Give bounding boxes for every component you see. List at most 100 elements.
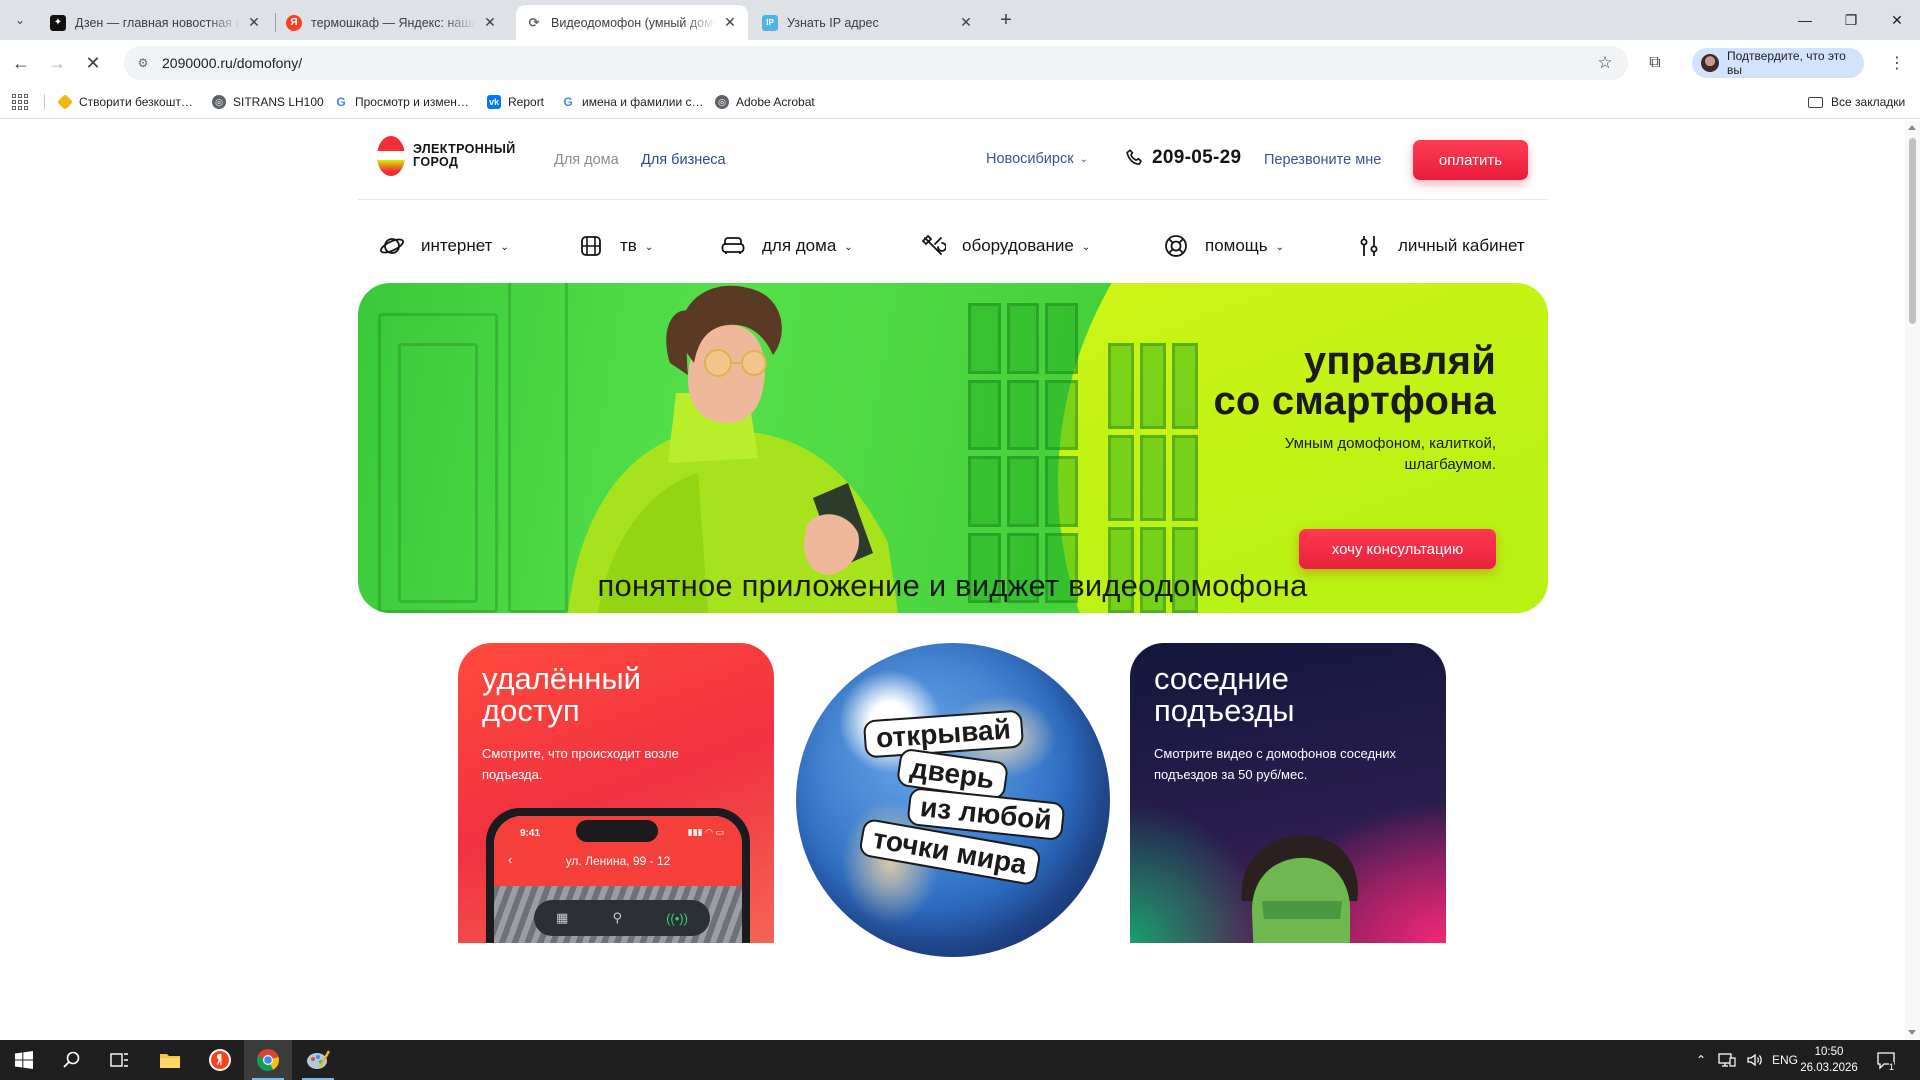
minimize-icon[interactable]: — [1782, 0, 1828, 40]
menu-account[interactable]: личный кабинет [1356, 230, 1525, 262]
card-title-line: подъезды [1154, 693, 1295, 728]
bookmark-item[interactable]: G имена и фамилии с… [561, 91, 704, 113]
apps-grid-icon[interactable] [12, 94, 28, 110]
close-tab-icon[interactable]: ✕ [246, 14, 262, 31]
globe-icon: ◎ [212, 95, 226, 109]
address-bar[interactable]: ⚙ 2090000.ru/domofony/ ☆ [124, 46, 1628, 80]
all-bookmarks-button[interactable]: Все закладки [1808, 91, 1905, 113]
live-icon: ((•)) [666, 910, 688, 926]
new-tab-button[interactable]: + [994, 8, 1018, 32]
notification-center[interactable]: 1 [1876, 1040, 1896, 1080]
loading-icon: ⟳ [528, 14, 540, 30]
card-title: удалённый доступ [482, 663, 641, 727]
tab-strip: ⌄ ✦ Дзен — главная новостная ин… ✕ Я тер… [0, 0, 1920, 40]
bookmark-item[interactable]: vk Report [487, 91, 544, 113]
folder-icon [1808, 96, 1823, 108]
header-divider [358, 199, 1548, 200]
chrome-icon[interactable] [244, 1040, 292, 1080]
card-globe[interactable]: открывай дверь из любой точки мира [796, 643, 1110, 957]
menu-kebab-icon[interactable]: ⋮ [1884, 50, 1910, 76]
windows-start-icon[interactable] [0, 1040, 48, 1080]
extensions-icon[interactable]: ⧉ [1642, 50, 1668, 76]
task-view-icon[interactable] [96, 1040, 144, 1080]
pay-button[interactable]: оплатить [1413, 140, 1528, 180]
google-icon: G [334, 95, 348, 109]
site-logo[interactable]: ЭЛЕКТРОННЫЙ ГОРОД [377, 136, 533, 176]
back-button[interactable]: ← [6, 48, 36, 78]
page-viewport: ЭЛЕКТРОННЫЙ ГОРОД Для дома Для бизнеса Н… [0, 120, 1905, 1040]
language-indicator[interactable]: ENG [1772, 1040, 1798, 1080]
menu-label: личный кабинет [1398, 236, 1525, 255]
forward-button[interactable]: → [42, 48, 72, 78]
url-text[interactable]: 2090000.ru/domofony/ [162, 55, 1590, 71]
network-icon[interactable] [1718, 1040, 1736, 1080]
bookmark-item[interactable]: ◎ Adobe Acrobat [715, 91, 815, 113]
tab-yandex[interactable]: Я термошкаф — Яндекс: нашло… ✕ [276, 5, 508, 40]
chevron-down-icon: ⌄ [1275, 241, 1285, 253]
bookmark-item[interactable]: ◎ SITRANS LH100 [212, 91, 324, 113]
segment-home-link[interactable]: Для дома [554, 152, 619, 168]
close-tab-icon[interactable]: ✕ [482, 14, 498, 31]
planet-icon [380, 238, 404, 254]
yandex-browser-icon[interactable] [196, 1040, 244, 1080]
page-scrollbar[interactable] [1905, 120, 1920, 1040]
section-title: понятное приложение и виджет видеодомофо… [597, 568, 1308, 603]
tab-title: Узнать IP адрес [787, 15, 879, 30]
scroll-up-icon[interactable] [1908, 125, 1916, 130]
volume-icon[interactable] [1746, 1040, 1764, 1080]
logo-mark-icon [377, 136, 405, 176]
menu-label: помощь [1205, 236, 1268, 255]
stop-loading-button[interactable]: ✕ [78, 48, 108, 78]
menu-tv[interactable]: тв ⌄ [578, 230, 653, 262]
sliders-icon [1360, 236, 1378, 256]
segment-business-link[interactable]: Для бизнеса [641, 152, 726, 168]
tab-dzen[interactable]: ✦ Дзен — главная новостная ин… ✕ [40, 5, 272, 40]
tab-ip[interactable]: IP Узнать IP адрес ✕ [752, 5, 984, 40]
bookmark-label: имена и фамилии с… [582, 95, 704, 109]
chevron-down-icon: ⌄ [1079, 153, 1088, 165]
sofa-icon [721, 237, 745, 254]
phone-screen: 9:41 ▮▮▮ ◠ ▭ ‹ ул. Ленина, 99 - 12 ▦ ⚲ (… [494, 816, 742, 943]
menu-label: интернет [421, 236, 493, 255]
vk-icon: vk [487, 95, 501, 109]
card-remote-access[interactable]: удалённый доступ Смотрите, что происходи… [458, 643, 774, 943]
tab-videodomofon[interactable]: ⟳ Видеодомофон (умный домоф… ✕ [516, 5, 748, 40]
hero-title-line: со смартфона [1213, 379, 1496, 423]
callback-link[interactable]: Перезвоните мне [1264, 152, 1381, 168]
tab-search-icon[interactable]: ⌄ [8, 8, 32, 32]
site-info-icon[interactable]: ⚙ [134, 54, 152, 72]
card-neighbor-entrances[interactable]: соседние подъезды Смотрите видео с домоф… [1130, 643, 1446, 943]
tray-chevron-icon[interactable]: ⌃ [1696, 1040, 1706, 1080]
avatar [1701, 54, 1719, 72]
search-icon[interactable] [48, 1040, 96, 1080]
bookmark-label: Report [508, 95, 545, 109]
phone-controls: ▦ ⚲ ((•)) [534, 900, 710, 936]
menu-help[interactable]: помощь ⌄ [1163, 230, 1284, 262]
hero-banner: управляй со смартфона Умным домофоном, к… [358, 283, 1548, 613]
scrollbar-thumb[interactable] [1909, 138, 1916, 324]
close-tab-icon[interactable]: ✕ [958, 14, 974, 31]
bookmark-item[interactable]: Створити безкошт… [57, 91, 193, 113]
close-tab-icon[interactable]: ✕ [722, 14, 738, 31]
profile-button[interactable]: Подтвердите, что это вы [1692, 48, 1864, 78]
restore-icon[interactable]: ❐ [1828, 0, 1874, 40]
card-title-line: удалённый [482, 661, 641, 696]
close-window-icon[interactable]: ✕ [1874, 0, 1920, 40]
menu-home[interactable]: для дома ⌄ [720, 230, 853, 262]
consultation-button[interactable]: хочу консультацию [1299, 529, 1496, 569]
scroll-down-icon[interactable] [1908, 1030, 1916, 1035]
chevron-down-icon: ⌄ [844, 241, 853, 253]
browser-toolbar: ← → ✕ ⚙ 2090000.ru/domofony/ ☆ ⧉ Подтвер… [0, 40, 1920, 85]
bookmark-item[interactable]: G Просмотр и измен… [334, 91, 469, 113]
google-icon: G [561, 95, 575, 109]
phone-time: 9:41 [520, 828, 541, 839]
system-clock[interactable]: 10:50 26.03.2026 [1796, 1044, 1862, 1076]
city-selector[interactable]: Новосибирск ⌄ [986, 151, 1088, 167]
phone-link[interactable]: 209-05-29 [1124, 147, 1241, 169]
menu-internet[interactable]: интернет ⌄ [379, 230, 509, 262]
paint-app-icon[interactable] [294, 1040, 342, 1080]
menu-equipment[interactable]: оборудование ⌄ [920, 230, 1090, 262]
notification-count: 1 [1889, 1062, 1895, 1072]
file-explorer-icon[interactable] [146, 1040, 194, 1080]
bookmark-star-icon[interactable]: ☆ [1590, 53, 1620, 73]
